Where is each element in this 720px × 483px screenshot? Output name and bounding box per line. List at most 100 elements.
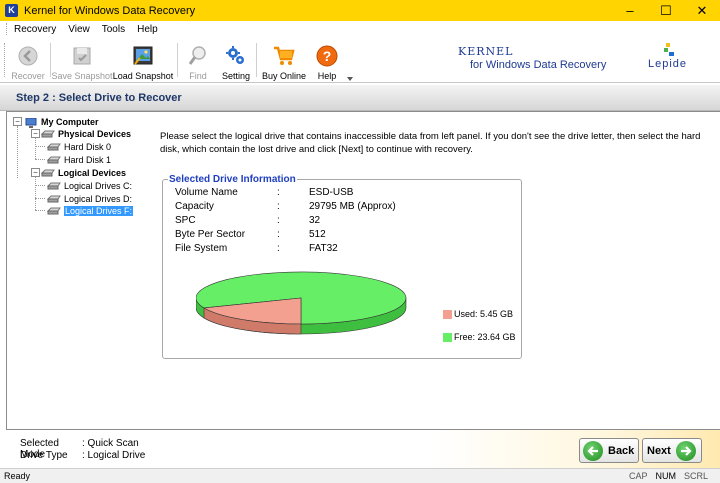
drive-type-label: Drive Type (20, 450, 68, 461)
drive-info-panel: Please select the logical drive that con… (153, 111, 720, 430)
info-colon: : (277, 243, 280, 254)
legend-free: Free: 23.64 GB (443, 332, 516, 342)
tree-label: Logical Devices (58, 167, 127, 178)
legend-label-used: Used: 5.45 GB (454, 309, 514, 319)
next-label: Next (647, 444, 671, 457)
setting-button[interactable]: Setting (220, 39, 252, 81)
tree-item-hard-disk-0[interactable]: Hard Disk 0 (46, 140, 111, 153)
caps-lock-indicator: CAP (628, 471, 648, 481)
lepide-logo-icon (663, 43, 674, 56)
info-label: Capacity (175, 201, 214, 212)
info-row-capacity: Capacity : 29795 MB (Approx) (175, 201, 396, 215)
key-indicators: CAP NUM SCRL (629, 471, 708, 481)
drive-type-value: : Logical Drive (82, 450, 146, 461)
pie-chart-svg (195, 271, 407, 335)
shopping-cart-icon (272, 44, 296, 68)
window-title: Kernel for Windows Data Recovery (24, 4, 196, 17)
collapse-my-computer[interactable]: − (13, 117, 22, 126)
save-snapshot-button[interactable]: Save Snapshot (51, 39, 113, 81)
menu-recovery[interactable]: Recovery (14, 24, 56, 35)
help-button[interactable]: ? Help (312, 39, 342, 81)
back-label: Back (608, 444, 635, 457)
lepide-logo: Lepide (648, 43, 687, 70)
kernel-logo: Kernel for Windows Data Recovery (458, 45, 606, 71)
collapse-logical-devices[interactable]: − (31, 168, 40, 177)
tree-connector (35, 159, 45, 160)
back-button[interactable]: Back (579, 438, 639, 463)
load-snapshot-button[interactable]: Load Snapshot (113, 39, 173, 81)
drive-type: Drive Type : Logical Drive (20, 450, 145, 461)
save-snapshot-icon (70, 44, 94, 68)
app-icon: K (5, 4, 18, 17)
next-button[interactable]: Next (642, 438, 702, 463)
minimize-button[interactable]: – (612, 0, 648, 21)
info-value: ESD-USB (309, 187, 354, 198)
menu-bar: Recovery View Tools Help (0, 21, 720, 37)
tree-item-logical-devices[interactable]: Logical Devices (40, 166, 127, 179)
tree-connector (35, 138, 36, 159)
info-label: Volume Name (175, 187, 238, 198)
buy-online-button[interactable]: Buy Online (260, 39, 308, 81)
title-bar: K Kernel for Windows Data Recovery – ☐ ✕ (0, 0, 720, 21)
tree-label: Logical Drives C: (64, 180, 133, 191)
group-title: Selected Drive Information (168, 174, 297, 185)
drive-icon (40, 169, 55, 177)
find-button[interactable]: Find (182, 39, 214, 81)
drive-tree-panel: − My Computer − Physical Devices Hard Di… (6, 111, 154, 430)
legend-label-free: Free: 23.64 GB (454, 332, 516, 342)
step-title: Step 2 : Select Drive to Recover (16, 91, 182, 104)
info-colon: : (277, 229, 280, 240)
recover-label: Recover (11, 71, 45, 81)
save-snapshot-label: Save Snapshot (51, 71, 113, 81)
tree-item-hard-disk-1[interactable]: Hard Disk 1 (46, 153, 111, 166)
menu-tools[interactable]: Tools (102, 24, 125, 35)
menu-view[interactable]: View (68, 24, 90, 35)
close-button[interactable]: ✕ (684, 0, 720, 21)
tree-item-physical-devices[interactable]: Physical Devices (40, 127, 131, 140)
tree-label: Logical Drives F: (64, 205, 134, 216)
toolbar-overflow-icon[interactable] (347, 73, 353, 81)
info-value: 29795 MB (Approx) (309, 201, 396, 212)
drive-icon (46, 182, 61, 190)
info-value: FAT32 (309, 243, 338, 254)
info-value: 512 (309, 229, 326, 240)
legend-swatch-free (443, 332, 452, 342)
info-colon: : (277, 201, 280, 212)
recover-icon (16, 44, 40, 68)
status-bar: Ready CAP NUM SCRL (0, 468, 720, 483)
tree-connector (35, 146, 45, 147)
menu-help[interactable]: Help (137, 24, 158, 35)
drive-icon (46, 195, 61, 203)
info-row-byte-per-sector: Byte Per Sector : 512 (175, 229, 326, 243)
toolbar-grip (4, 43, 7, 77)
load-snapshot-icon (131, 44, 155, 68)
scroll-lock-indicator: SCRL (683, 471, 708, 481)
tree-connector (17, 126, 18, 178)
tree-item-logical-drive-f[interactable]: Logical Drives F: (46, 204, 134, 217)
tree-item-logical-drive-c[interactable]: Logical Drives C: (46, 179, 133, 192)
toolbar-separator (256, 43, 257, 77)
legend-swatch-used (443, 309, 452, 319)
window-controls: – ☐ ✕ (612, 0, 720, 21)
computer-icon (24, 117, 38, 128)
info-value: 32 (309, 215, 321, 226)
info-label: File System (175, 243, 228, 254)
tree-connector (35, 210, 45, 211)
collapse-physical-devices[interactable]: − (31, 129, 40, 138)
buy-online-label: Buy Online (261, 71, 307, 81)
recover-button[interactable]: Recover (8, 39, 48, 81)
magnifier-icon (186, 44, 210, 68)
instructions-text: Please select the logical drive that con… (160, 131, 701, 155)
info-colon: : (277, 187, 280, 198)
info-row-file-system: File System : FAT32 (175, 243, 338, 257)
maximize-button[interactable]: ☐ (648, 0, 684, 21)
toolbar-separator (177, 43, 178, 77)
tree-label: My Computer (41, 116, 99, 127)
gear-icon (224, 44, 248, 68)
footer-bar: Selected Mode : Quick Scan Drive Type : … (0, 430, 720, 468)
help-label: Help (317, 71, 337, 81)
tree-label: Logical Drives D: (64, 193, 133, 204)
drive-icon (46, 143, 61, 151)
info-row-spc: SPC : 32 (175, 215, 320, 229)
find-label: Find (189, 71, 207, 81)
